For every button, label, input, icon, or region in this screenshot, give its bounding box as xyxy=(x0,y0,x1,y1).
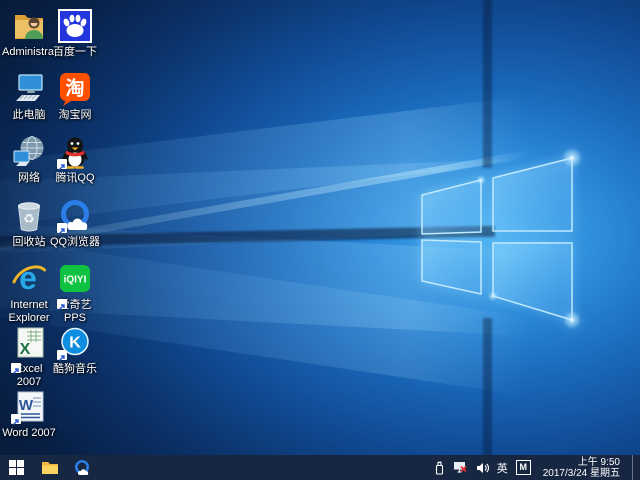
desktop-icon-label: QQ浏览器 xyxy=(48,236,102,249)
start-button[interactable] xyxy=(2,455,30,480)
user-folder-icon xyxy=(11,8,47,44)
shortcut-arrow-icon xyxy=(57,350,67,360)
desktop-icon-taobao[interactable]: 淘 淘宝网 xyxy=(48,71,102,122)
taskbar-clock[interactable]: 上午 9:50 2017/3/24 星期五 xyxy=(539,457,624,479)
shortcut-arrow-icon xyxy=(57,159,67,169)
windows-start-icon xyxy=(9,460,24,475)
show-desktop-button[interactable] xyxy=(632,455,638,480)
system-tray: 英 M 上午 9:50 2017/3/24 星期五 xyxy=(434,455,640,480)
desktop-icon-tencent-qq[interactable]: 腾讯QQ xyxy=(48,134,102,185)
volume-icon[interactable] xyxy=(476,462,489,474)
baidu-paw-icon xyxy=(57,8,93,44)
shortcut-arrow-icon xyxy=(57,223,67,233)
usb-device-icon[interactable] xyxy=(434,461,445,475)
shortcut-arrow-icon xyxy=(11,414,21,424)
ime-language-indicator[interactable]: 英 xyxy=(497,460,508,476)
qq-browser-taskbar-button[interactable] xyxy=(68,455,96,480)
clock-date: 2017/3/24 星期五 xyxy=(543,468,620,479)
desktop-icon-word-2007[interactable]: W Word 2007 xyxy=(2,389,56,440)
ime-mode-indicator[interactable]: M xyxy=(516,460,531,475)
desktop-icon-baidu[interactable]: 百度一下 xyxy=(48,8,102,59)
taobao-icon: 淘 xyxy=(57,71,93,107)
shortcut-arrow-icon xyxy=(11,363,21,373)
internet-explorer-icon: e xyxy=(11,261,47,297)
desktop-icon-label: 酷狗音乐 xyxy=(48,363,102,376)
desktop-icon-label: 百度一下 xyxy=(48,46,102,59)
svg-text:淘: 淘 xyxy=(65,77,84,100)
svg-text:♻: ♻ xyxy=(23,211,35,226)
desktop-icon-label: 淘宝网 xyxy=(48,109,102,122)
file-explorer-button[interactable] xyxy=(36,455,64,480)
taskbar: 英 M 上午 9:50 2017/3/24 星期五 xyxy=(0,455,640,480)
qq-browser-icon xyxy=(73,459,91,477)
desktop-icon-qq-browser[interactable]: QQ浏览器 xyxy=(48,198,102,249)
network-globe-icon xyxy=(11,134,47,170)
desktop-icon-label: 腾讯QQ xyxy=(48,172,102,185)
desktop-icon-label: Word 2007 xyxy=(2,427,56,440)
shortcut-arrow-icon xyxy=(57,299,67,309)
desktop-icon-kugou-music[interactable]: K 酷狗音乐 xyxy=(48,325,102,376)
svg-text:W: W xyxy=(19,397,34,414)
recycle-bin-icon: ♻ xyxy=(11,198,47,234)
excel-icon: X xyxy=(11,325,47,361)
svg-text:iQIYI: iQIYI xyxy=(64,275,87,286)
computer-icon xyxy=(11,71,47,107)
network-status-icon[interactable] xyxy=(453,461,468,474)
desktop-icon-iqiyi-pps[interactable]: iQIYI 爱奇艺PPS xyxy=(48,261,102,325)
svg-text:X: X xyxy=(20,341,31,358)
clock-time: 上午 9:50 xyxy=(543,457,620,468)
svg-text:K: K xyxy=(69,335,81,352)
iqiyi-icon: iQIYI xyxy=(57,261,93,297)
windows-logo xyxy=(412,140,587,340)
folder-icon xyxy=(41,460,59,475)
